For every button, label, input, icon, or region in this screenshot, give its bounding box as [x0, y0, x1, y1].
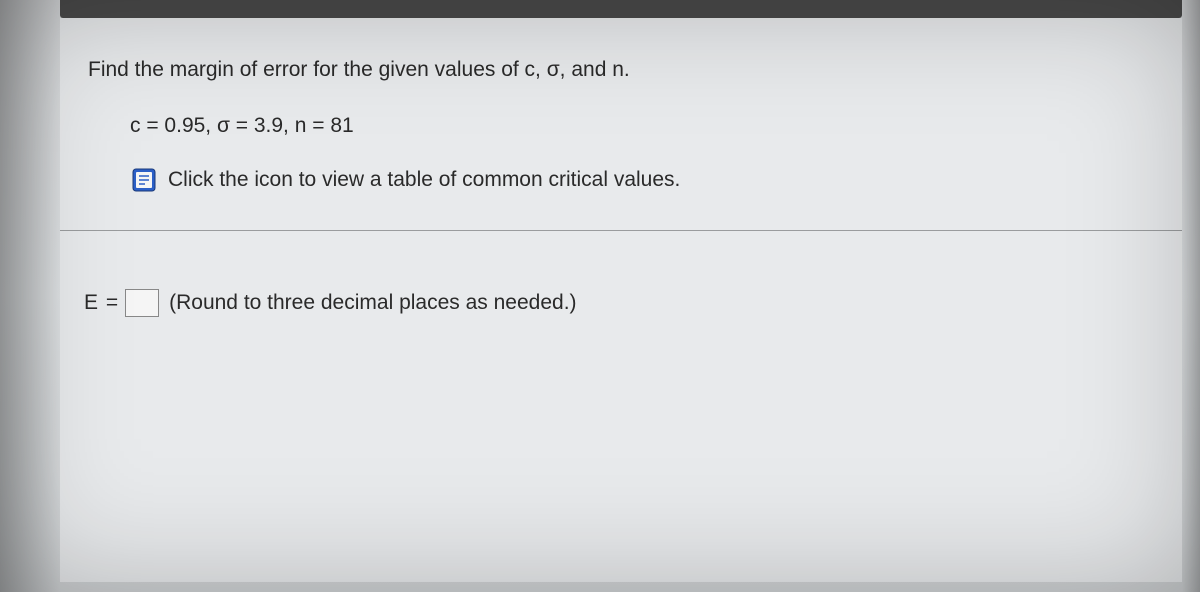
- question-prompt: Find the margin of error for the given v…: [88, 58, 1154, 82]
- given-values: c = 0.95, σ = 3.9, n = 81: [130, 114, 1154, 138]
- right-edge-shadow: [1182, 0, 1200, 592]
- question-panel: Find the margin of error for the given v…: [60, 18, 1182, 582]
- book-icon[interactable]: [130, 166, 158, 194]
- section-divider: [60, 230, 1182, 231]
- answer-hint: (Round to three decimal places as needed…: [169, 291, 576, 315]
- answer-input[interactable]: [125, 289, 159, 317]
- critical-values-link[interactable]: Click the icon to view a table of common…: [168, 168, 680, 192]
- critical-values-link-row: Click the icon to view a table of common…: [130, 166, 1154, 194]
- left-edge-shadow: [0, 0, 60, 592]
- answer-label: E =: [84, 291, 119, 315]
- answer-row: E = (Round to three decimal places as ne…: [84, 289, 1154, 317]
- window-top-border: [60, 0, 1182, 18]
